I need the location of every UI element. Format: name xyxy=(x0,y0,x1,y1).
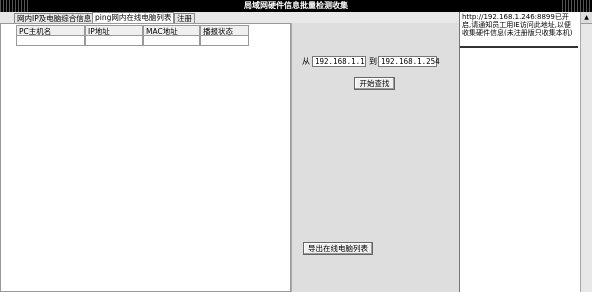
arrow-up-icon[interactable]: ▲ xyxy=(581,12,592,24)
title-decoration-left xyxy=(0,0,30,12)
title-decoration-right xyxy=(562,0,592,12)
list-cell xyxy=(85,36,143,46)
column-header-hostname[interactable]: PC主机名 xyxy=(16,25,85,36)
server-info-text: http://192.168.1.246:8899已开启,请通知员工用IE访问此… xyxy=(462,13,573,37)
scan-panel: 从 192.168.1.1 到 192.168.1.254 开始查找 导出在线电… xyxy=(291,23,459,292)
end-ip-input[interactable]: 192.168.1.254 xyxy=(378,56,440,67)
online-pc-list: PC主机名 IP地址 MAC地址 播报状态 xyxy=(0,23,291,292)
column-header-ip[interactable]: IP地址 xyxy=(85,25,143,36)
title-bar: 局域网硬件信息批量检测收集 xyxy=(0,0,592,12)
tab-ping-online-list[interactable]: ping网内在线电脑列表 xyxy=(92,12,175,23)
list-cell xyxy=(16,36,85,46)
window-title: 局域网硬件信息批量检测收集 xyxy=(244,1,348,10)
export-online-list-button[interactable]: 导出在线电脑列表 xyxy=(303,242,373,255)
info-panel: http://192.168.1.246:8899已开启,请通知员工用IE访问此… xyxy=(459,12,592,292)
list-cell xyxy=(143,36,200,46)
vertical-scrollbar[interactable]: ▲ xyxy=(580,12,592,292)
tab-register[interactable]: 注册 xyxy=(174,13,195,23)
tab-strip: 网内IP及电脑综合信息 ping网内在线电脑列表 注册 xyxy=(0,12,459,23)
start-search-button[interactable]: 开始查找 xyxy=(354,77,395,90)
from-label: 从 xyxy=(302,57,310,66)
to-label: 到 xyxy=(369,57,377,66)
list-header: PC主机名 IP地址 MAC地址 播报状态 xyxy=(16,25,249,36)
divider xyxy=(460,46,578,48)
list-item[interactable] xyxy=(16,36,249,46)
start-ip-input[interactable]: 192.168.1.1 xyxy=(312,56,366,67)
column-header-status[interactable]: 播报状态 xyxy=(200,25,249,36)
tab-network-info[interactable]: 网内IP及电脑综合信息 xyxy=(14,13,95,23)
list-cell xyxy=(200,36,249,46)
column-header-mac[interactable]: MAC地址 xyxy=(143,25,200,36)
